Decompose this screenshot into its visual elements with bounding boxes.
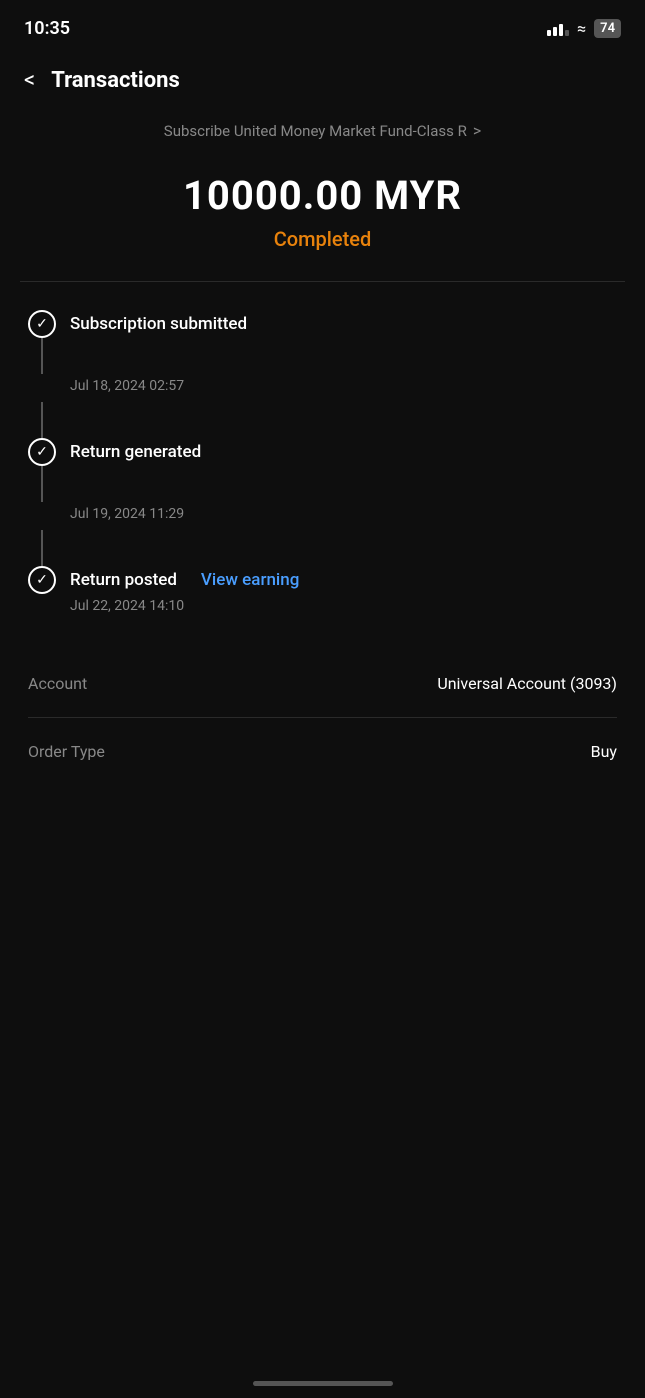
fund-name: Subscribe United Money Market Fund-Class… [164,122,467,140]
timeline-date-1: Jul 18, 2024 02:57 [28,374,617,402]
detail-divider [28,717,617,718]
timeline-icon-2: ✓ [28,438,56,466]
check-icon: ✓ [36,444,48,460]
timeline-connector [41,530,43,566]
check-icon: ✓ [36,316,48,332]
back-button[interactable]: < [20,64,39,97]
view-earning-link[interactable]: View earning [201,570,299,590]
timeline-label-1: Subscription submitted [70,314,247,334]
order-type-label: Order Type [28,742,105,761]
timeline-connector [41,466,43,502]
status-time: 10:35 [24,18,70,39]
account-row: Account Universal Account (3093) [28,674,617,693]
timeline-label-2: Return generated [70,442,201,462]
timeline: ✓ Subscription submitted Jul 18, 2024 02… [0,282,645,650]
account-value: Universal Account (3093) [437,674,617,693]
fund-breadcrumb[interactable]: Subscribe United Money Market Fund-Class… [0,109,645,152]
amount-section: 10000.00 MYR Completed [0,152,645,281]
details-section: Account Universal Account (3093) Order T… [0,650,645,785]
order-type-row: Order Type Buy [28,742,617,761]
status-badge: Completed [274,227,372,251]
order-type-value: Buy [591,742,617,761]
header: < Transactions [0,52,645,109]
timeline-item: ✓ Return generated Jul 19, 2024 11:29 [28,438,617,566]
timeline-connector [41,402,43,438]
timeline-date-2: Jul 19, 2024 11:29 [28,502,617,530]
timeline-connector [41,338,43,374]
status-icons: ≈ 74 [547,19,621,38]
page-title: Transactions [51,68,180,93]
check-icon: ✓ [36,572,48,588]
amount-value: 10000.00 MYR [183,172,462,219]
timeline-date-3: Jul 22, 2024 14:10 [28,594,617,622]
timeline-item: ✓ Return posted View earning Jul 22, 202… [28,566,617,622]
timeline-icon-3: ✓ [28,566,56,594]
account-label: Account [28,674,87,693]
battery-icon: 74 [594,19,621,38]
home-indicator [253,1381,393,1386]
status-bar: 10:35 ≈ 74 [0,0,645,52]
timeline-item: ✓ Subscription submitted Jul 18, 2024 02… [28,310,617,438]
timeline-icon-1: ✓ [28,310,56,338]
breadcrumb-arrow: > [473,121,481,140]
signal-icon [547,20,569,36]
wifi-icon: ≈ [577,19,586,38]
timeline-label-3: Return posted [70,570,177,590]
